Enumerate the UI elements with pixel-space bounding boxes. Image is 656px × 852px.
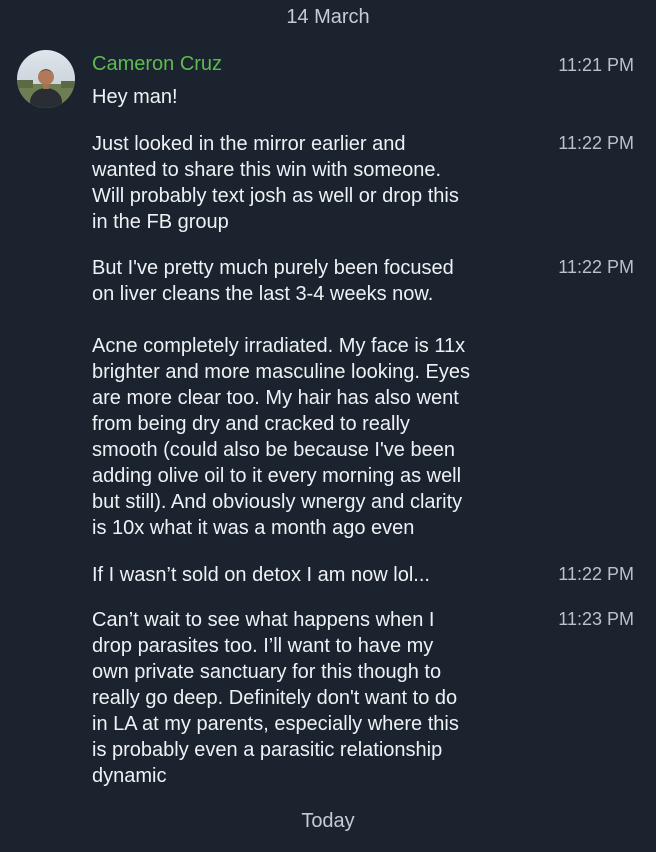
message-time: 11:22 PM [558,257,634,277]
message-text[interactable]: If I wasn’t sold on detox I am now lol..… [92,562,532,588]
sender-name[interactable]: Cameron Cruz [92,53,222,76]
message-text[interactable]: But I've pretty much purely been focused… [92,255,532,307]
message-time: 11:22 PM [558,564,634,584]
date-separator-bottom: Today [301,810,355,832]
date-separator-top: 14 March [286,6,370,28]
message-time: 11:21 PM [558,55,634,75]
message-text[interactable]: Just looked in the mirror earlier and wa… [92,131,532,235]
message-time: 11:23 PM [558,609,634,629]
message-text[interactable]: Acne completely irradiated. My face is 1… [92,333,532,541]
profile-photo-icon [17,50,75,108]
message-text[interactable]: Hey man! [92,84,532,110]
message-time: 11:22 PM [558,133,634,153]
avatar[interactable] [17,50,75,108]
message-text[interactable]: Can’t wait to see what happens when I dr… [92,607,532,789]
